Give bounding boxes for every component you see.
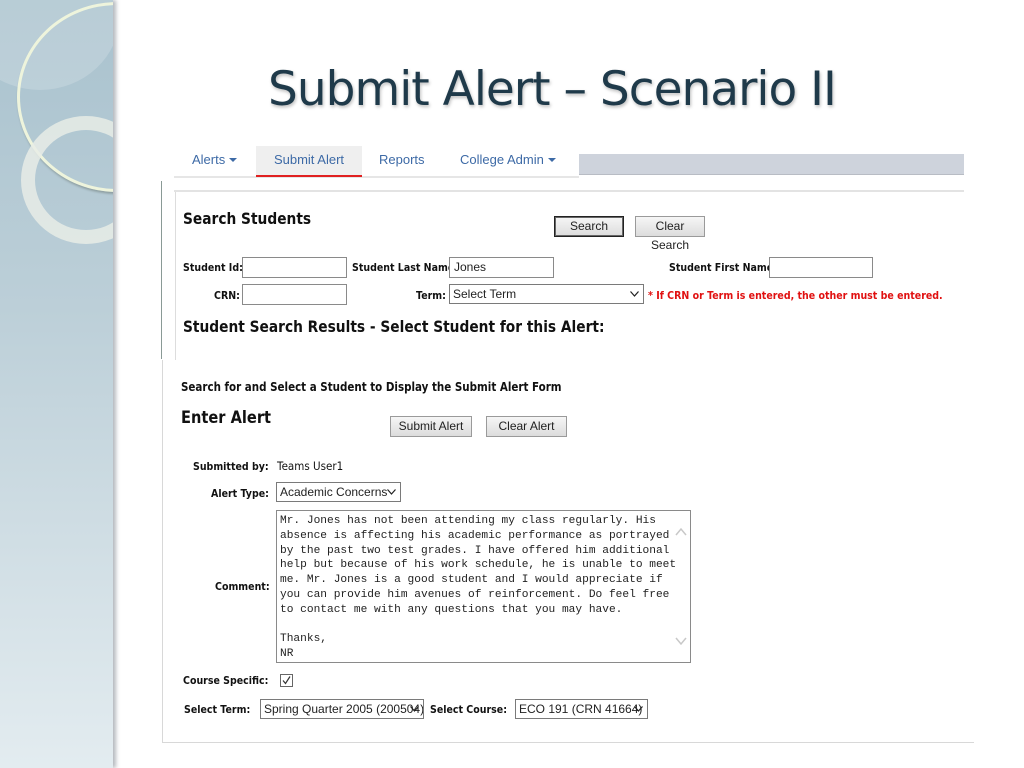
caret-down-icon — [547, 158, 556, 162]
chevron-down-icon — [387, 489, 396, 495]
crn-input[interactable] — [242, 284, 347, 305]
submitted-by-label: Submitted by: — [193, 460, 269, 473]
course-specific-checkbox[interactable] — [280, 674, 293, 687]
crn-term-note: * If CRN or Term is entered, the other m… — [648, 289, 943, 302]
comment-text: Mr. Jones has not been attending my clas… — [280, 515, 677, 661]
student-id-label: Student Id: — [183, 261, 243, 274]
select-term-value: Spring Quarter 2005 (200504) — [264, 702, 424, 716]
slide-title: Submit Alert – Scenario II — [268, 62, 837, 117]
select-course-value: ECO 191 (CRN 41664) — [519, 702, 643, 716]
nav-bar-filler — [579, 154, 964, 175]
term-select[interactable]: Select Term — [449, 284, 644, 304]
clear-search-button[interactable]: Clear Search — [635, 216, 705, 252]
term-label: Term: — [416, 289, 446, 302]
nav-reports[interactable]: Reports — [379, 146, 425, 177]
scroll-down-icon[interactable] — [675, 636, 687, 646]
clear-alert-button[interactable]: Clear Alert — [486, 416, 567, 437]
decorative-rings — [0, 0, 113, 768]
nav-college-admin-label: College Admin — [460, 152, 544, 167]
chevron-down-icon — [410, 706, 419, 712]
nav-submit-alert[interactable]: Submit Alert — [256, 146, 362, 177]
comment-label: Comment: — [215, 580, 270, 593]
search-button[interactable]: Search — [554, 216, 624, 237]
alert-type-value: Academic Concerns — [280, 485, 388, 499]
course-specific-label: Course Specific: — [183, 674, 269, 687]
submit-alert-button[interactable]: Submit Alert — [390, 416, 472, 437]
nav-college-admin[interactable]: College Admin — [460, 146, 556, 177]
nav-alerts-label: Alerts — [192, 152, 226, 167]
panel-border — [175, 192, 176, 360]
panel-border — [161, 181, 162, 359]
submitted-by-value: Teams User1 — [277, 459, 344, 473]
student-id-input[interactable] — [242, 257, 347, 278]
checkmark-icon — [282, 676, 291, 685]
last-name-label: Student Last Name: — [352, 261, 459, 274]
term-select-value: Select Term — [453, 287, 517, 301]
search-students-heading: Search Students — [183, 209, 312, 228]
nav-alerts[interactable]: Alerts — [192, 146, 238, 177]
enter-alert-heading: Enter Alert — [181, 408, 272, 428]
scroll-up-icon[interactable] — [675, 527, 687, 537]
comment-textarea[interactable]: Mr. Jones has not been attending my clas… — [276, 510, 691, 663]
select-course-label: Select Course: — [430, 703, 507, 716]
select-course-dropdown[interactable]: ECO 191 (CRN 41664) — [515, 699, 648, 719]
chevron-down-icon — [630, 291, 639, 297]
alert-type-select[interactable]: Academic Concerns — [276, 482, 401, 502]
nav-bar: Alerts Submit Alert Reports College Admi… — [174, 146, 579, 178]
crn-label: CRN: — [214, 289, 240, 302]
last-name-input[interactable]: Jones — [449, 257, 554, 278]
divider — [174, 190, 964, 192]
chevron-down-icon — [634, 706, 643, 712]
first-name-label: Student First Name: — [669, 261, 777, 274]
search-results-heading: Student Search Results - Select Student … — [183, 317, 605, 336]
select-term-label: Select Term: — [184, 703, 251, 716]
select-term-dropdown[interactable]: Spring Quarter 2005 (200504) — [260, 699, 424, 719]
alert-type-label: Alert Type: — [211, 487, 269, 500]
caret-down-icon — [229, 158, 238, 162]
panel-border — [162, 742, 974, 743]
nav-reports-label: Reports — [379, 152, 425, 167]
first-name-input[interactable] — [769, 257, 873, 278]
alert-instruction: Search for and Select a Student to Displ… — [181, 380, 562, 394]
nav-submit-alert-label: Submit Alert — [273, 152, 345, 167]
panel-border — [162, 360, 163, 743]
